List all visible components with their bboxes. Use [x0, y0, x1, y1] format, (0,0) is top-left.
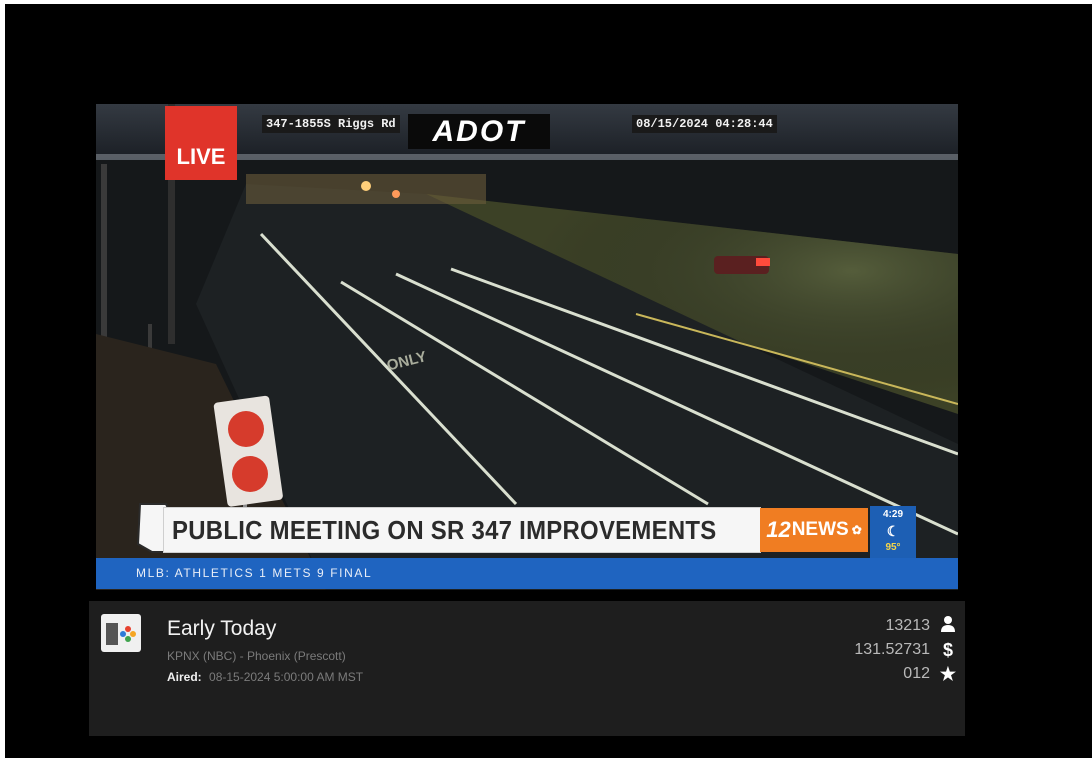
rating-value: 012 [903, 665, 930, 682]
camera-timestamp: 08/15/2024 04:28:44 [632, 115, 777, 133]
headline-text: PUBLIC MEETING ON SR 347 IMPROVEMENTS [172, 515, 717, 545]
value-stat: 131.52731 $ [854, 639, 957, 661]
score-ticker: MLB: ATHLETICS 1 METS 9 FINAL [96, 558, 958, 589]
views-stat: 13213 [886, 615, 958, 637]
star-icon: ★ [939, 663, 957, 684]
weather-box: 4:29 ☾ 95° [870, 506, 916, 558]
camera-location-label: 347-1855S Riggs Rd [262, 115, 400, 133]
views-count: 13213 [885, 617, 931, 634]
page-left-border [0, 0, 5, 758]
program-title[interactable]: Early Today [167, 617, 276, 641]
nbc-peacock-icon [106, 623, 136, 645]
adot-logo: ADOT [408, 114, 550, 149]
station-logo: 12 NEWS ✿ [760, 508, 868, 552]
station-logo-text: NEWS [791, 519, 849, 540]
program-info-panel: Early Today KPNX (NBC) - Phoenix (Presco… [89, 601, 965, 736]
live-badge: LIVE [165, 106, 237, 180]
aired-value: 08-15-2024 5:00:00 AM MST [209, 670, 364, 684]
station-logo-number: 12 [766, 517, 791, 542]
value-amount: 131.52731 [854, 641, 930, 658]
headline-bar: PUBLIC MEETING ON SR 347 IMPROVEMENTS [164, 508, 760, 552]
peacock-icon: ✿ [851, 523, 862, 537]
aired-label: Aired: [167, 670, 202, 684]
rating-stat: 012 ★ [903, 663, 957, 685]
weather-time: 4:29 [882, 509, 903, 520]
program-station: KPNX (NBC) - Phoenix (Prescott) [167, 649, 346, 663]
channel-logo-icon[interactable] [101, 614, 141, 652]
user-icon [939, 615, 957, 638]
weather-temperature: 95° [885, 542, 901, 553]
moon-icon: ☾ [886, 523, 900, 539]
page-top-border [0, 0, 1092, 4]
aired-info: Aired: 08-15-2024 5:00:00 AM MST [167, 670, 363, 684]
video-player[interactable]: ONLY LIVE 347-1855S Riggs Rd ADOT 08/15/… [96, 104, 958, 590]
dollar-icon: $ [942, 639, 953, 660]
